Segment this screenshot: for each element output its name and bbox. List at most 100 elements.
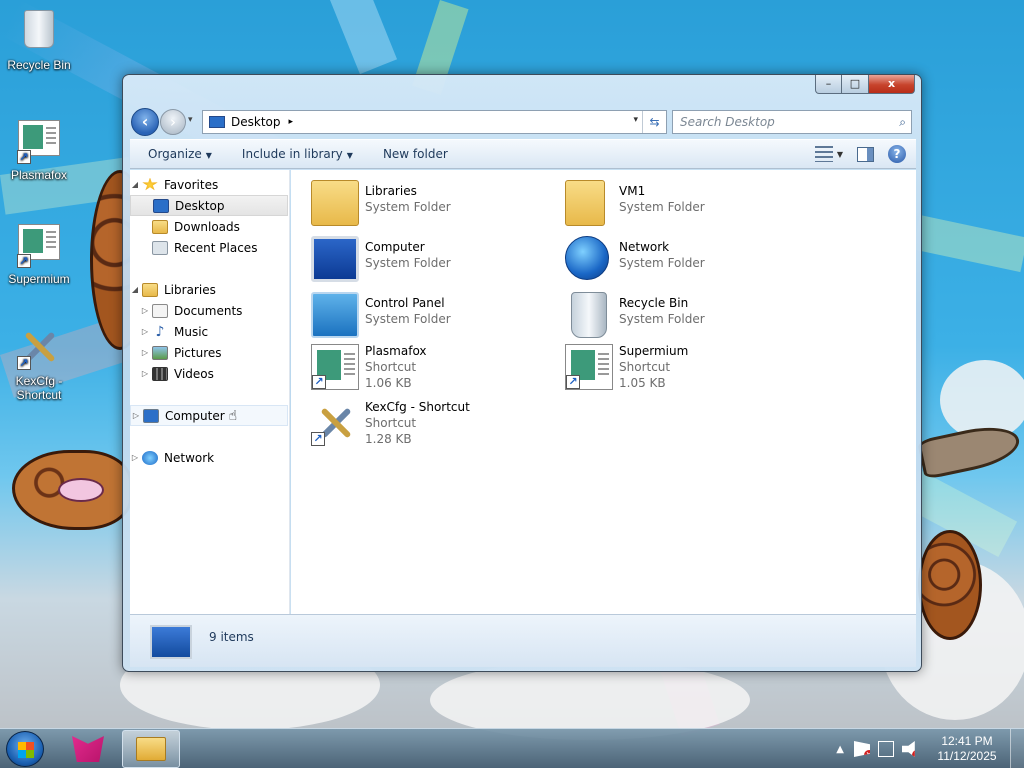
nav-item-downloads[interactable]: Downloads [130, 216, 288, 237]
clock[interactable]: 12:41 PM 11/12/2025 [930, 734, 1004, 764]
include-in-library-label: Include in library [241, 147, 343, 161]
nav-item-recent-places[interactable]: Recent Places [130, 237, 288, 258]
show-hidden-icons-button[interactable]: ▲ [836, 744, 844, 755]
file-name: VM1 [619, 184, 646, 198]
desktop-icon-plasmafox[interactable]: ↗ Plasmafox [1, 116, 77, 182]
computer-icon [311, 236, 359, 282]
nav-item-documents[interactable]: ▷ Documents [130, 300, 288, 321]
nav-computer-label: Computer [165, 408, 225, 423]
file-size: 1.05 KB [619, 376, 666, 390]
taskbar-explorer[interactable] [122, 730, 180, 768]
nav-computer[interactable]: ▷ Computer ☝ [130, 405, 288, 426]
network-status-icon[interactable] [878, 741, 894, 757]
nav-item-label: Music [174, 324, 209, 339]
mouse-cursor-hand-icon: ☝ [228, 407, 238, 424]
navigation-bar: ‹ › ▾ Desktop ▸ ▾ ⇆ Search Desktop ⌕ [131, 108, 915, 136]
file-item-plasmafox[interactable]: ↗ Plasmafox Shortcut 1.06 KB [301, 338, 541, 394]
collapsed-triangle-icon[interactable]: ▷ [131, 411, 141, 420]
desktop-icon-recycle-bin[interactable]: Recycle Bin [1, 8, 77, 72]
file-type: Shortcut [365, 416, 417, 430]
file-name: Recycle Bin [619, 296, 689, 310]
minimize-button[interactable]: – [815, 75, 842, 94]
new-folder-button[interactable]: New folder [383, 147, 448, 161]
recent-pages-dropdown[interactable]: ▾ [188, 115, 193, 125]
nav-item-pictures[interactable]: ▷ Pictures [130, 342, 288, 363]
show-desktop-button[interactable] [1010, 729, 1024, 768]
clock-date: 11/12/2025 [937, 749, 997, 763]
search-input[interactable]: Search Desktop ⌕ [672, 110, 912, 134]
error-badge-icon: × [864, 750, 873, 759]
desktop-icon-supermium[interactable]: ↗ Supermium [1, 220, 77, 286]
plasmafox-app-icon: ↗ [17, 120, 61, 164]
nav-network[interactable]: ▷ Network [130, 447, 288, 468]
expanded-triangle-icon[interactable]: ◢ [130, 285, 140, 294]
wallpaper-ray [330, 0, 398, 75]
close-button[interactable]: x [869, 75, 915, 94]
file-item-network[interactable]: Network System Folder [555, 234, 795, 286]
nav-item-desktop[interactable]: Desktop [130, 195, 288, 216]
navigation-pane: ◢ Favorites Desktop Downloads Recent Pla… [130, 170, 290, 614]
back-button[interactable]: ‹ [131, 108, 159, 136]
libraries-folder-icon [311, 180, 359, 226]
action-center-flag-icon[interactable]: × [854, 741, 870, 757]
include-in-library-button[interactable]: Include in library ▼ [242, 147, 353, 161]
shortcut-arrow-icon: ↗ [312, 375, 326, 389]
nav-favorites-label: Favorites [164, 177, 219, 192]
user-folder-icon [565, 180, 605, 226]
explorer-window: – □ x ‹ › ▾ Desktop ▸ ▾ ⇆ Search Desktop… [122, 74, 922, 672]
nav-item-label: Recent Places [174, 240, 258, 255]
file-item-kexcfg[interactable]: ↗ KexCfg - Shortcut Shortcut 1.28 KB [301, 394, 541, 450]
desktop-icon-label: Supermium [8, 272, 70, 286]
pictures-icon [152, 345, 168, 360]
breadcrumb-desktop[interactable]: Desktop [231, 115, 281, 129]
file-item-supermium[interactable]: ↗ Supermium Shortcut 1.05 KB [555, 338, 795, 394]
system-tray: ▲ × × 12:41 PM 11/12/2025 [836, 729, 1024, 768]
desktop-icon-label: KexCfg - Shortcut [15, 374, 63, 402]
file-size: 1.06 KB [365, 376, 412, 390]
collapsed-triangle-icon[interactable]: ▷ [140, 348, 150, 357]
collapsed-triangle-icon[interactable]: ▷ [140, 369, 150, 378]
desktop-icon [153, 198, 169, 213]
file-item-control-panel[interactable]: Control Panel System Folder [301, 290, 541, 342]
file-name: Computer [365, 240, 425, 254]
start-button[interactable] [6, 731, 44, 767]
shortcut-arrow-icon: ↗ [311, 432, 325, 446]
nav-libraries[interactable]: ◢ Libraries [130, 279, 288, 300]
nav-item-label: Downloads [174, 219, 240, 234]
search-icon[interactable]: ⌕ [899, 111, 906, 133]
desktop-icon-label: Plasmafox [10, 168, 68, 182]
maximize-button[interactable]: □ [842, 75, 869, 94]
nav-item-music[interactable]: ▷ ♪ Music [130, 321, 288, 342]
file-item-libraries[interactable]: Libraries System Folder [301, 178, 541, 230]
supermium-app-icon: ↗ [17, 224, 61, 268]
file-size: 1.28 KB [365, 432, 412, 446]
recycle-bin-icon [17, 10, 61, 54]
refresh-button[interactable]: ⇆ [642, 111, 666, 133]
expanded-triangle-icon[interactable]: ◢ [130, 180, 140, 189]
kexcfg-tools-icon: ↗ [17, 326, 61, 370]
breadcrumb-chevron-icon[interactable]: ▸ [289, 117, 294, 127]
volume-muted-icon[interactable]: × [902, 741, 915, 757]
collapsed-triangle-icon[interactable]: ▷ [130, 453, 140, 462]
nav-favorites[interactable]: ◢ Favorites [130, 174, 288, 195]
change-view-icon[interactable] [814, 146, 833, 162]
help-icon[interactable]: ? [888, 145, 906, 163]
mute-badge-icon: × [912, 750, 921, 759]
control-panel-icon [311, 292, 359, 338]
collapsed-triangle-icon[interactable]: ▷ [140, 306, 150, 315]
file-item-vm1[interactable]: VM1 System Folder [555, 178, 795, 230]
preview-pane-icon[interactable] [857, 146, 874, 162]
details-pane: 9 items [130, 614, 916, 667]
address-bar[interactable]: Desktop ▸ ▾ ⇆ [202, 110, 667, 134]
nav-item-videos[interactable]: ▷ Videos [130, 363, 288, 384]
desktop-icon-kexcfg[interactable]: ↗ KexCfg - Shortcut [1, 324, 77, 402]
file-item-recycle-bin[interactable]: Recycle Bin System Folder [555, 290, 795, 342]
organize-button[interactable]: Organize ▼ [148, 147, 212, 161]
file-item-computer[interactable]: Computer System Folder [301, 234, 541, 286]
address-dropdown-icon[interactable]: ▾ [633, 115, 638, 125]
forward-button[interactable]: › [160, 109, 186, 135]
taskbar-plasmafox[interactable] [68, 734, 108, 764]
view-options-dropdown-icon[interactable]: ▼ [837, 150, 843, 159]
windows-logo-icon [18, 742, 34, 758]
collapsed-triangle-icon[interactable]: ▷ [140, 327, 150, 336]
